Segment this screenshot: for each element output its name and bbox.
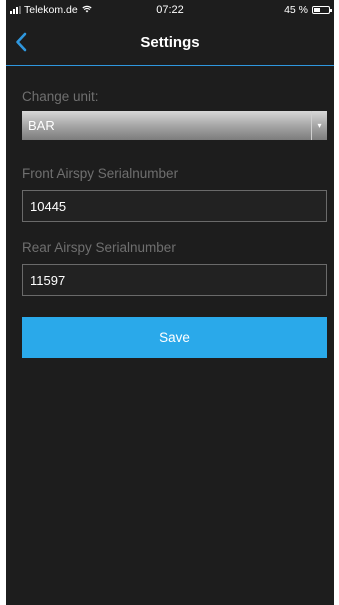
unit-select-value: BAR bbox=[28, 118, 55, 133]
battery-percent: 45 % bbox=[284, 4, 308, 16]
status-bar: Telekom.de 07:22 45 % bbox=[6, 0, 334, 22]
page-title: Settings bbox=[140, 34, 200, 51]
front-serial-input[interactable] bbox=[22, 190, 327, 222]
front-serial-label: Front Airspy Serialnumber bbox=[22, 166, 179, 181]
status-right: 45 % bbox=[284, 4, 332, 16]
phone-screen: Telekom.de 07:22 45 % Settings Change un… bbox=[6, 0, 334, 605]
rear-serial-label: Rear Airspy Serialnumber bbox=[22, 240, 176, 255]
app-screen: Telekom.de 07:22 45 % Settings Change un… bbox=[0, 0, 339, 605]
unit-label: Change unit: bbox=[22, 89, 99, 104]
dropdown-arrow-icon: ▾ bbox=[311, 111, 327, 140]
rear-serial-input[interactable] bbox=[22, 264, 327, 296]
save-button[interactable]: Save bbox=[22, 317, 327, 358]
nav-bar: Settings bbox=[6, 22, 334, 66]
unit-select[interactable]: BAR ▾ bbox=[22, 111, 327, 140]
battery-icon bbox=[312, 6, 332, 14]
